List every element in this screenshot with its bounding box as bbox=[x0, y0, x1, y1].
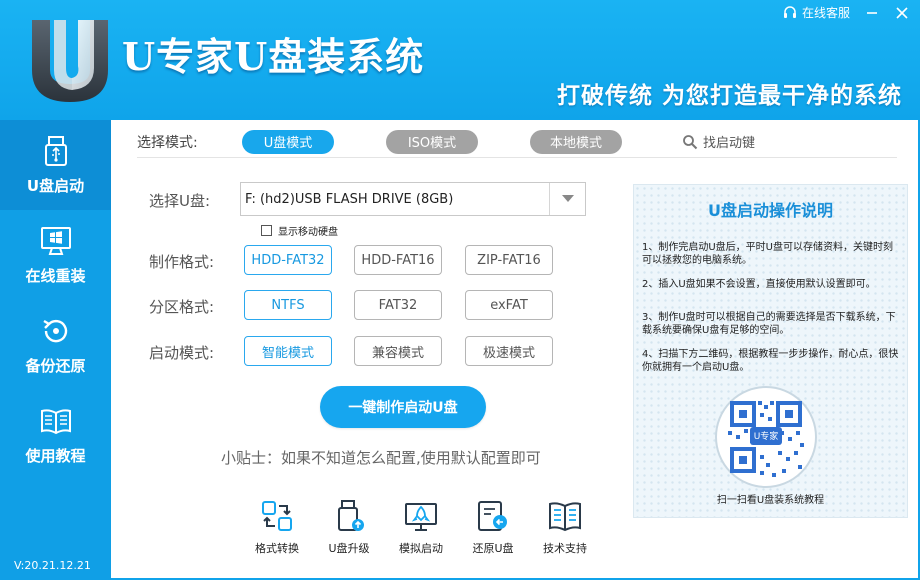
headset-icon bbox=[783, 5, 796, 18]
find-boot-key-link[interactable]: 找启动键 bbox=[682, 132, 755, 151]
guide-step-4: 4、扫描下方二维码，根据教程一步步操作，耐心点，很快你就拥有一个启动U盘。 bbox=[642, 349, 899, 373]
simulate-boot-icon bbox=[405, 503, 437, 531]
boot-mode-label: 启动模式: bbox=[149, 344, 215, 362]
book-icon bbox=[40, 408, 71, 434]
boot-option-smart[interactable]: 智能模式 bbox=[244, 336, 332, 366]
format-option-hdd-fat32[interactable]: HDD-FAT32 bbox=[244, 245, 332, 275]
tool-bar: 格式转换 U盘升级 模拟启动 还原U盘 技术支持 bbox=[241, 498, 601, 556]
online-support-link[interactable]: 在线客服 bbox=[782, 4, 850, 21]
app-header: U专家U盘装系统 打破传统 为您打造最干净的系统 在线客服 bbox=[0, 0, 920, 120]
close-icon bbox=[896, 6, 908, 19]
sidebar-item-label: U盘启动 bbox=[26, 176, 85, 195]
sidebar: U盘启动 在线重装 备份还原 使用教程 V:20.21.12.21 bbox=[0, 120, 111, 580]
find-boot-key-label: 找启动键 bbox=[703, 136, 756, 151]
boot-option-compatible[interactable]: 兼容模式 bbox=[354, 336, 442, 366]
make-boot-usb-button[interactable]: 一键制作启动U盘 bbox=[320, 386, 486, 428]
show-removable-hdd-checkbox[interactable] bbox=[261, 225, 272, 236]
header-slogan: 打破传统 为您打造最干净的系统 bbox=[556, 83, 902, 109]
minimize-icon bbox=[867, 11, 877, 14]
format-option-hdd-fat16[interactable]: HDD-FAT16 bbox=[354, 245, 442, 275]
windows-monitor-icon bbox=[40, 226, 71, 255]
format-label: 制作格式: bbox=[149, 253, 215, 271]
tab-iso-mode[interactable]: ISO模式 bbox=[386, 129, 478, 154]
boot-option-fast[interactable]: 极速模式 bbox=[465, 336, 553, 366]
format-convert-icon bbox=[262, 501, 292, 531]
partition-option-exfat[interactable]: exFAT bbox=[465, 290, 553, 320]
tab-local-mode[interactable]: 本地模式 bbox=[530, 129, 622, 154]
drive-select[interactable]: F: (hd2)USB FLASH DRIVE (8GB) bbox=[240, 182, 586, 216]
show-removable-hdd-label: 显示移动硬盘 bbox=[278, 227, 338, 238]
format-option-zip-fat16[interactable]: ZIP-FAT16 bbox=[465, 245, 553, 275]
usb-drive-icon bbox=[44, 135, 67, 166]
close-button[interactable] bbox=[894, 5, 910, 21]
sidebar-item-label: 在线重装 bbox=[25, 266, 86, 285]
tool-simulate-boot[interactable]: 模拟启动 bbox=[385, 498, 457, 556]
restore-usb-icon bbox=[478, 501, 507, 531]
version-label: V:20.21.12.21 bbox=[14, 559, 91, 572]
tool-tech-support[interactable]: 技术支持 bbox=[529, 498, 601, 556]
qr-caption: 扫一扫看U盘装系统教程 bbox=[716, 495, 825, 506]
tool-label: 技术支持 bbox=[543, 542, 587, 555]
sidebar-item-label: 备份还原 bbox=[25, 356, 86, 375]
partition-option-fat32[interactable]: FAT32 bbox=[354, 290, 442, 320]
tech-support-icon bbox=[549, 502, 581, 532]
tool-label: 模拟启动 bbox=[399, 542, 443, 555]
drive-select-value: F: (hd2)USB FLASH DRIVE (8GB) bbox=[245, 191, 454, 207]
sidebar-item-tutorial[interactable]: 使用教程 bbox=[0, 390, 111, 480]
guide-step-2: 2、插入U盘如果不会设置，直接使用默认设置即可。 bbox=[642, 279, 876, 290]
tool-format-convert[interactable]: 格式转换 bbox=[241, 498, 313, 556]
sidebar-item-usb-boot[interactable]: U盘启动 bbox=[0, 120, 111, 210]
main-panel: 选择模式: U盘模式 ISO模式 本地模式 找启动键 选择U盘: F: (hd2… bbox=[111, 120, 920, 580]
u-expert-logo bbox=[32, 20, 108, 102]
search-icon bbox=[683, 134, 698, 149]
partition-option-ntfs[interactable]: NTFS bbox=[244, 290, 332, 320]
tool-label: 格式转换 bbox=[255, 542, 299, 555]
qr-center-label: U专家 bbox=[753, 432, 779, 442]
chevron-down-icon bbox=[561, 195, 574, 202]
sidebar-item-online-reinstall[interactable]: 在线重装 bbox=[0, 210, 111, 300]
guide-step-3: 3、制作U盘时可以根据自己的需要选择是否下载系统，下载系统要确保U盘有足够的空间… bbox=[642, 312, 896, 336]
usb-upgrade-icon bbox=[338, 500, 364, 531]
mode-label: 选择模式: bbox=[137, 134, 198, 151]
app-title: U专家U盘装系统 bbox=[122, 34, 425, 79]
show-removable-hdd-row: 显示移动硬盘 bbox=[261, 223, 338, 238]
tool-label: 还原U盘 bbox=[472, 542, 514, 555]
backup-restore-icon bbox=[42, 319, 67, 342]
drive-label: 选择U盘: bbox=[149, 192, 211, 210]
sidebar-item-backup-restore[interactable]: 备份还原 bbox=[0, 300, 111, 390]
tool-restore-usb[interactable]: 还原U盘 bbox=[457, 498, 529, 556]
partition-label: 分区格式: bbox=[149, 298, 215, 316]
tip-text: 小贴士：如果不知道怎么配置,使用默认配置即可 bbox=[221, 449, 541, 467]
guide-title: U盘启动操作说明 bbox=[708, 201, 833, 220]
tool-label: U盘升级 bbox=[328, 542, 370, 555]
tool-usb-upgrade[interactable]: U盘升级 bbox=[313, 498, 385, 556]
sidebar-item-label: 使用教程 bbox=[25, 446, 86, 465]
tab-usb-mode[interactable]: U盘模式 bbox=[242, 129, 334, 154]
online-support-label: 在线客服 bbox=[801, 6, 850, 20]
dropdown-arrow[interactable] bbox=[549, 183, 585, 215]
mode-bar: 选择模式: U盘模式 ISO模式 本地模式 找启动键 bbox=[137, 126, 897, 158]
minimize-button[interactable] bbox=[864, 5, 880, 21]
window-controls: 在线客服 bbox=[782, 4, 910, 21]
guide-step-1: 1、制作完启动U盘后，平时U盘可以存储资料，关键时刻可以拯救您的电脑系统。 bbox=[642, 242, 894, 266]
guide-panel: U盘启动操作说明 1、制作完启动U盘后，平时U盘可以存储资料，关键时刻可以拯救您… bbox=[633, 184, 908, 518]
